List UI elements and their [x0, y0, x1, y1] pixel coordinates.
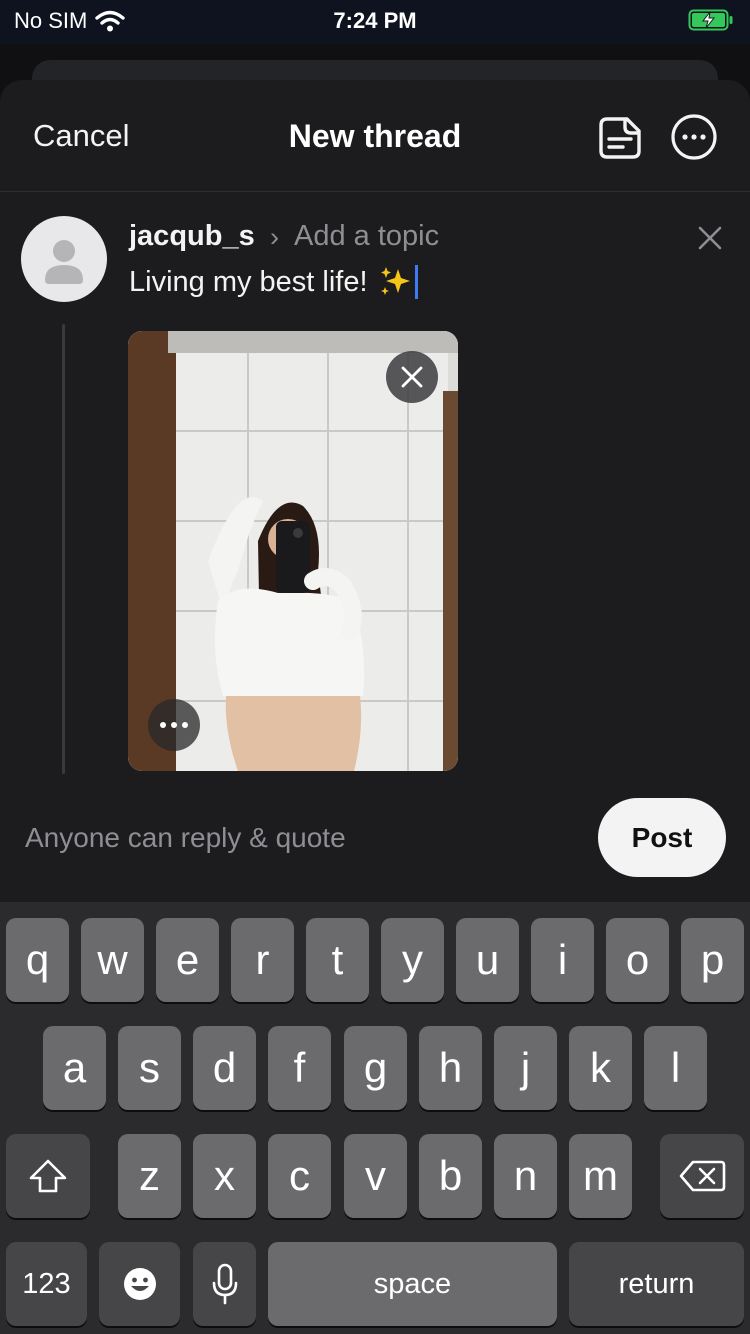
attached-photo[interactable]: [128, 331, 458, 771]
key-s[interactable]: s: [118, 1026, 181, 1110]
avatar[interactable]: [21, 216, 107, 302]
thread-line: [62, 324, 65, 774]
key-x[interactable]: x: [193, 1134, 256, 1218]
photo-options-button[interactable]: [148, 699, 200, 751]
key-e[interactable]: e: [156, 918, 219, 1002]
key-w[interactable]: w: [81, 918, 144, 1002]
key-f[interactable]: f: [268, 1026, 331, 1110]
key-o[interactable]: o: [606, 918, 669, 1002]
key-m[interactable]: m: [569, 1134, 632, 1218]
key-a[interactable]: a: [43, 1026, 106, 1110]
username: jacqub_s: [129, 220, 255, 252]
post-text-input[interactable]: Living my best life!: [129, 265, 418, 299]
status-bar: No SIM 7:24 PM: [0, 0, 750, 44]
key-z[interactable]: z: [118, 1134, 181, 1218]
space-key[interactable]: space: [268, 1242, 557, 1326]
shift-icon: [29, 1159, 67, 1193]
text-cursor: [414, 265, 418, 299]
chevron-right-icon: ›: [270, 222, 279, 252]
sparkles-icon: [380, 267, 410, 295]
key-q[interactable]: q: [6, 918, 69, 1002]
dot: [171, 722, 177, 728]
backspace-icon: [679, 1160, 726, 1192]
key-n[interactable]: n: [494, 1134, 557, 1218]
reply-setting-button[interactable]: Anyone can reply & quote: [25, 822, 346, 854]
emoji-icon: [123, 1268, 156, 1300]
post-button[interactable]: Post: [598, 798, 726, 877]
post-text: Living my best life!: [129, 265, 368, 298]
close-icon: [401, 366, 423, 388]
return-key[interactable]: return: [569, 1242, 744, 1326]
key-b[interactable]: b: [419, 1134, 482, 1218]
drafts-icon[interactable]: [597, 113, 647, 161]
key-r[interactable]: r: [231, 918, 294, 1002]
close-icon[interactable]: [696, 224, 724, 252]
key-p[interactable]: p: [681, 918, 744, 1002]
remove-photo-button[interactable]: [386, 351, 438, 403]
status-time: 7:24 PM: [333, 8, 417, 33]
key-k[interactable]: k: [569, 1026, 632, 1110]
more-options-icon[interactable]: [670, 113, 718, 161]
key-c[interactable]: c: [268, 1134, 331, 1218]
key-u[interactable]: u: [456, 918, 519, 1002]
user-silhouette-icon: [45, 240, 83, 284]
keyboard: q w e r t y u i o p a s d f g h j k l z …: [0, 902, 750, 1334]
nav-bar: Cancel New thread: [0, 80, 750, 192]
numbers-key[interactable]: 123: [6, 1242, 87, 1326]
key-j[interactable]: j: [494, 1026, 557, 1110]
key-y[interactable]: y: [381, 918, 444, 1002]
delete-key[interactable]: [660, 1134, 744, 1218]
key-h[interactable]: h: [419, 1026, 482, 1110]
dot: [182, 722, 188, 728]
key-l[interactable]: l: [644, 1026, 707, 1110]
key-d[interactable]: d: [193, 1026, 256, 1110]
key-i[interactable]: i: [531, 918, 594, 1002]
key-g[interactable]: g: [344, 1026, 407, 1110]
emoji-key[interactable]: [99, 1242, 180, 1326]
dot: [160, 722, 166, 728]
microphone-icon: [212, 1263, 237, 1305]
dictation-key[interactable]: [193, 1242, 256, 1326]
shift-key[interactable]: [6, 1134, 90, 1218]
battery-charging-icon: [688, 9, 733, 31]
add-topic-button[interactable]: Add a topic: [294, 220, 439, 253]
key-t[interactable]: t: [306, 918, 369, 1002]
new-thread-sheet: Cancel New thread jacqub_s › Add a topic…: [0, 80, 750, 902]
key-v[interactable]: v: [344, 1134, 407, 1218]
